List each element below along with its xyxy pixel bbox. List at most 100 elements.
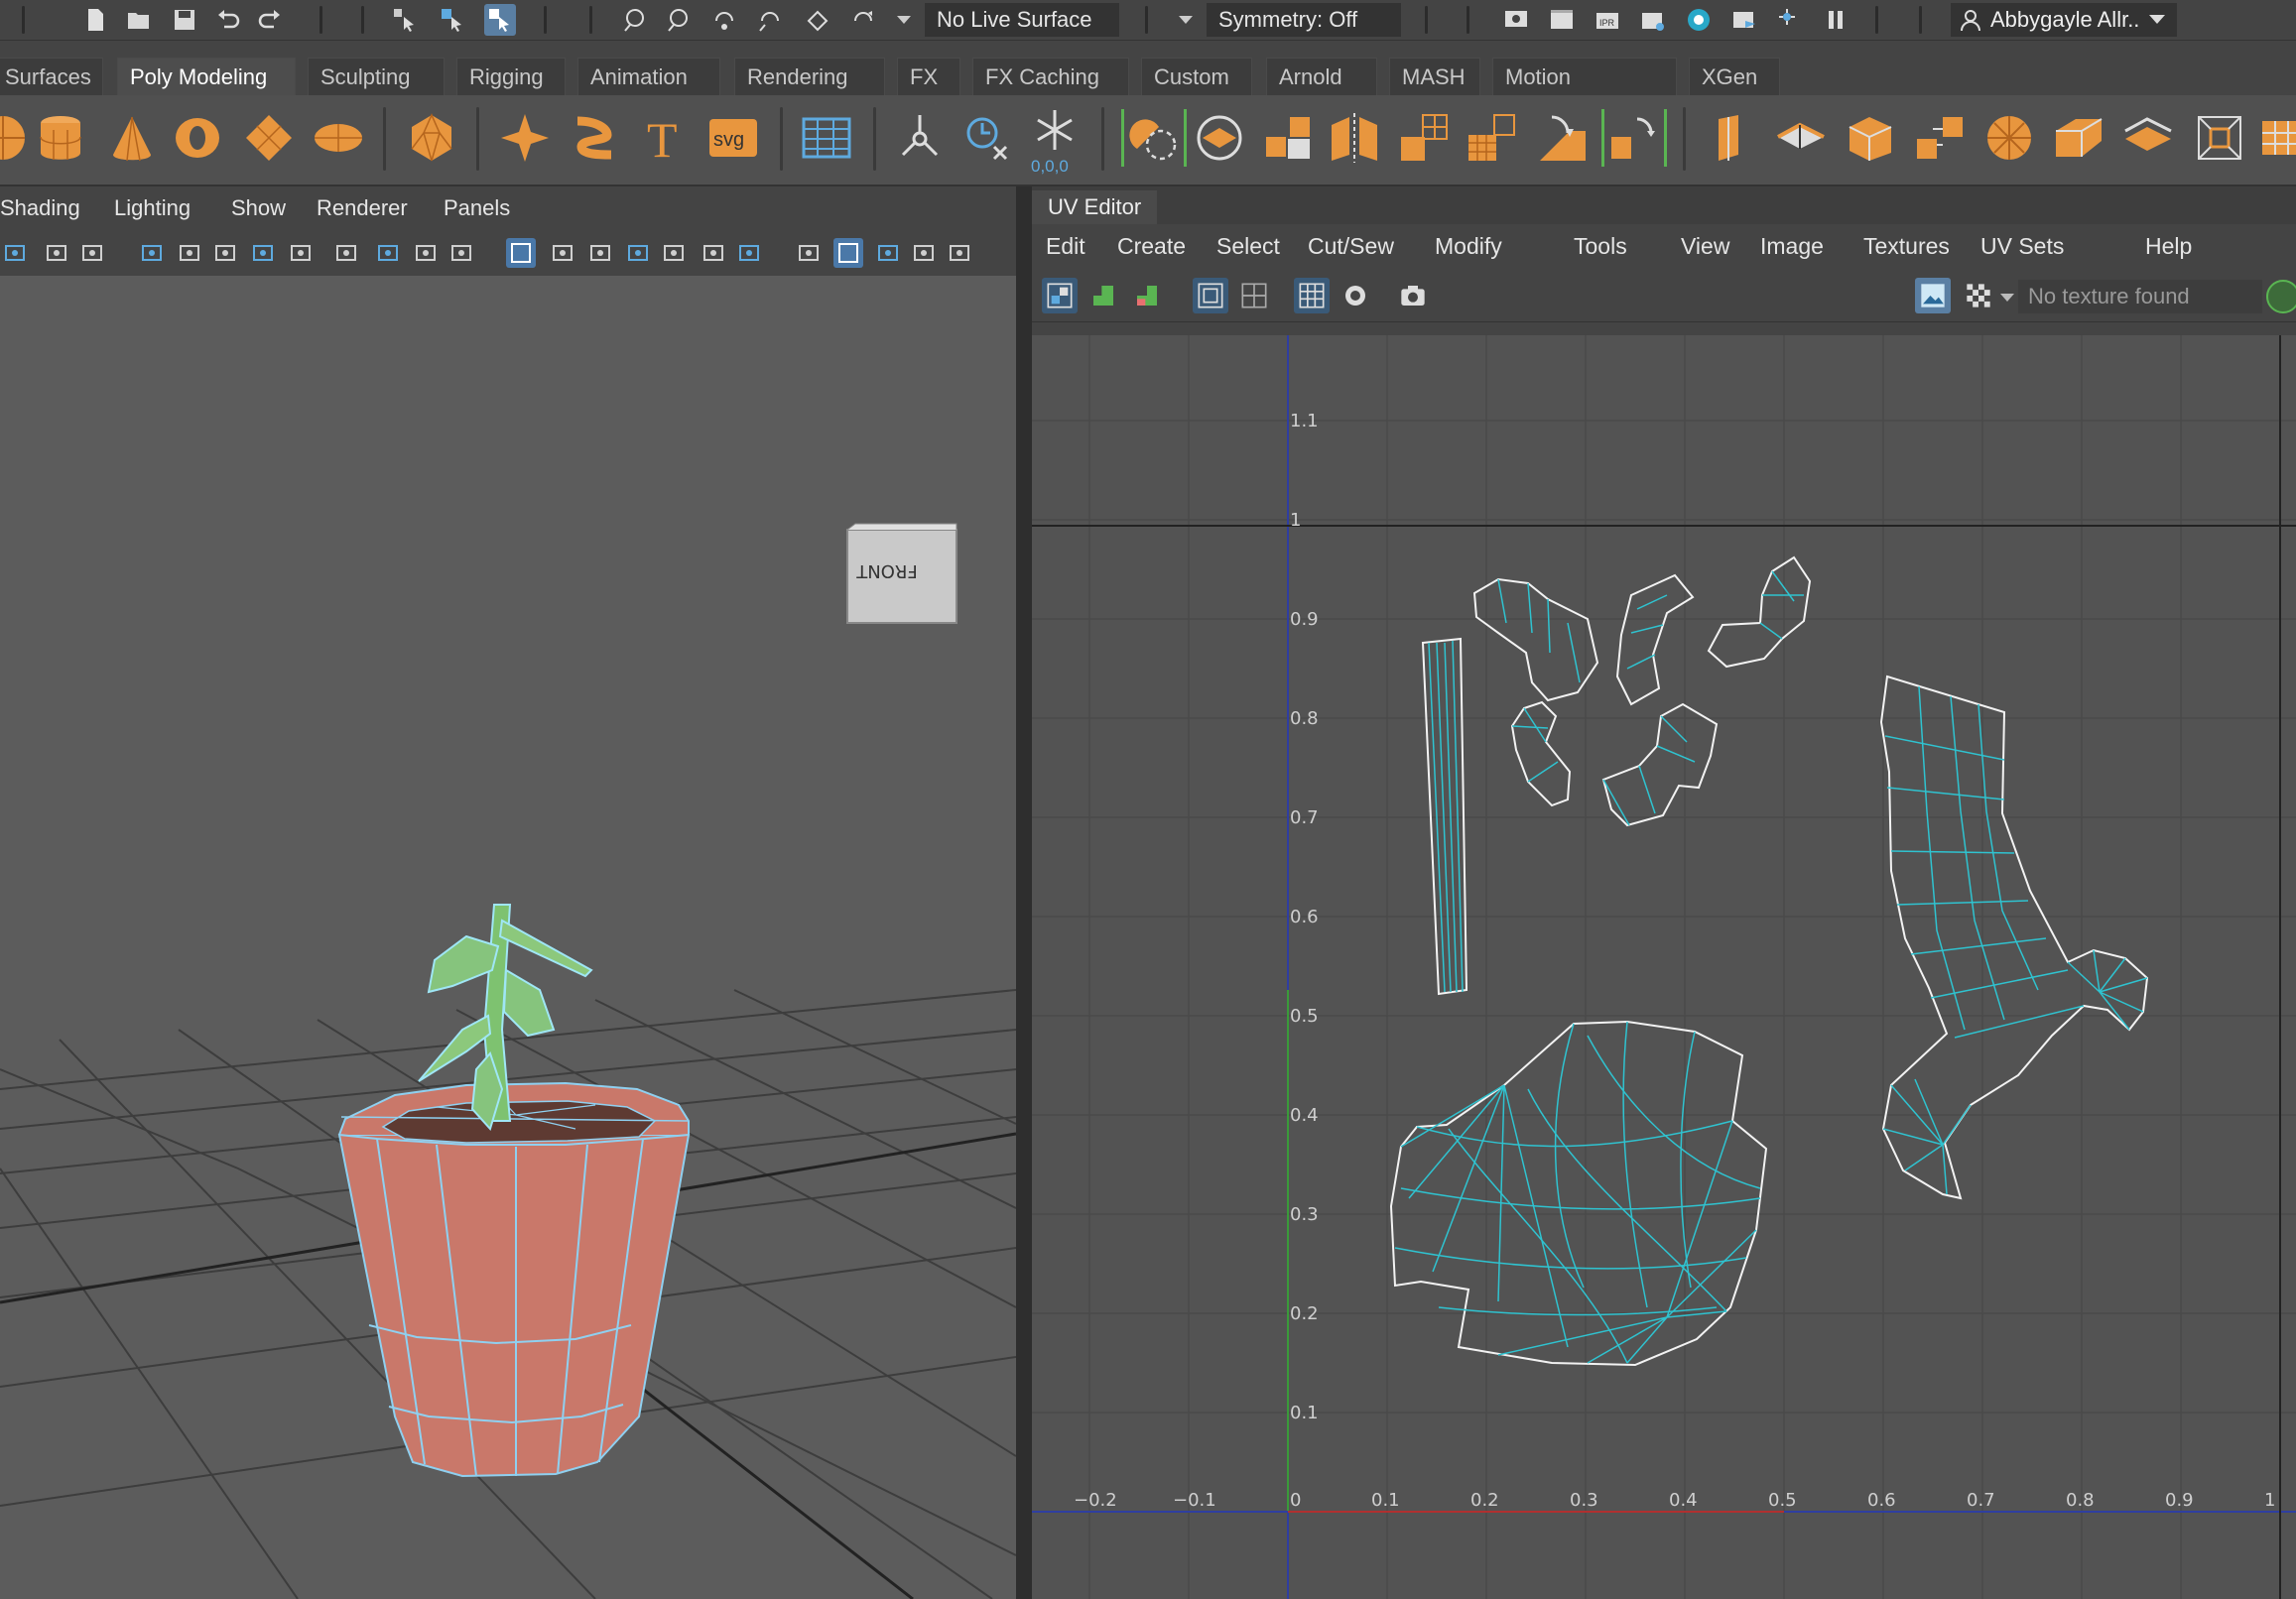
uv-menu-tools[interactable]: Tools bbox=[1574, 224, 1627, 268]
uv-shell-stem[interactable] bbox=[1421, 637, 1468, 996]
poly-torus-icon[interactable] bbox=[169, 109, 226, 167]
mirror-icon[interactable] bbox=[1326, 109, 1383, 167]
safe-action-icon[interactable] bbox=[699, 238, 728, 268]
uv-editor-tab[interactable]: UV Editor bbox=[1032, 190, 1158, 224]
uv-snapshot-icon[interactable] bbox=[1395, 278, 1431, 313]
wireframe-icon[interactable] bbox=[794, 238, 824, 268]
sweep-mesh-icon[interactable] bbox=[566, 109, 623, 167]
shelf-tab-rigging[interactable]: Rigging bbox=[456, 58, 566, 95]
snap-view-icon[interactable] bbox=[754, 4, 786, 36]
bookmarks-icon[interactable] bbox=[77, 238, 107, 268]
uv-shell-leaf-5[interactable] bbox=[1601, 702, 1719, 827]
film-gate-toggle-icon[interactable] bbox=[548, 238, 577, 268]
uv-menu-textures[interactable]: Textures bbox=[1863, 224, 1950, 268]
reduce-icon[interactable] bbox=[2256, 109, 2296, 167]
uv-shell-pot-side[interactable] bbox=[1879, 675, 2149, 1200]
lock-camera-icon[interactable] bbox=[210, 238, 240, 268]
view-cube[interactable]: FRONT bbox=[846, 523, 957, 624]
safe-title-icon[interactable] bbox=[734, 238, 764, 268]
svg-tool-icon[interactable]: svg bbox=[704, 109, 762, 167]
type-tool-icon[interactable]: T bbox=[635, 109, 693, 167]
shelf-tab-rendering[interactable]: Rendering bbox=[734, 58, 885, 95]
resolution-gate-icon[interactable] bbox=[585, 238, 615, 268]
shelf-tab-animation[interactable]: Animation bbox=[577, 58, 720, 95]
combine-icon[interactable] bbox=[1121, 109, 1187, 167]
freeze-transform-icon[interactable]: 0,0,0 bbox=[1026, 103, 1084, 179]
undo-icon[interactable] bbox=[212, 4, 244, 36]
user-account-button[interactable]: Abbygayle Allr.. bbox=[1951, 3, 2177, 37]
snap-curve-icon[interactable] bbox=[663, 4, 695, 36]
checker-options-arrow-icon[interactable] bbox=[2000, 294, 2014, 302]
uv-grid-display-icon[interactable] bbox=[1193, 278, 1228, 313]
camera-attributes-icon[interactable] bbox=[42, 238, 71, 268]
redo-icon[interactable] bbox=[254, 4, 286, 36]
gate-mask-icon[interactable] bbox=[623, 238, 653, 268]
shelf-tab-fx-caching[interactable]: FX Caching bbox=[972, 58, 1129, 95]
shelf-tab-motion-graphics[interactable]: Motion Graphics bbox=[1492, 58, 1677, 127]
image-plane-icon[interactable] bbox=[137, 238, 167, 268]
shelf-tab-surfaces[interactable]: Surfaces bbox=[0, 58, 103, 95]
select-hierarchy-icon[interactable] bbox=[389, 4, 421, 36]
bridge-icon[interactable] bbox=[1463, 109, 1520, 167]
poly-plane-icon[interactable] bbox=[240, 109, 298, 167]
multi-cut-icon[interactable] bbox=[1772, 109, 1830, 167]
panel-divider[interactable] bbox=[1016, 186, 1032, 1599]
bevel-icon[interactable] bbox=[1534, 109, 1592, 167]
smooth-shade-icon[interactable] bbox=[833, 238, 863, 268]
rgb-channel-icon[interactable] bbox=[2266, 280, 2296, 313]
menu-show[interactable]: Show bbox=[231, 186, 286, 230]
extrude-icon[interactable] bbox=[1395, 109, 1453, 167]
uv-menu-help[interactable]: Help bbox=[2145, 224, 2192, 268]
uv-shell-select-icon[interactable] bbox=[1042, 278, 1078, 313]
uv-tile-grid-icon[interactable] bbox=[1236, 278, 1272, 313]
perspective-viewport[interactable]: FRONT bbox=[0, 276, 1016, 1599]
menu-lighting[interactable]: Lighting bbox=[114, 186, 191, 230]
textured-icon[interactable] bbox=[945, 238, 974, 268]
snap-point-icon[interactable] bbox=[708, 4, 740, 36]
snap-options-arrow-icon[interactable] bbox=[897, 16, 911, 24]
poly-cylinder-icon[interactable] bbox=[32, 109, 89, 167]
uv-menu-image[interactable]: Image bbox=[1760, 224, 1824, 268]
uv-menu-create[interactable]: Create bbox=[1117, 224, 1186, 268]
uv-menu-modify[interactable]: Modify bbox=[1435, 224, 1502, 268]
select-component-icon[interactable] bbox=[484, 4, 516, 36]
uv-shell-leaf-2[interactable] bbox=[1615, 573, 1695, 706]
shelf-tab-fx[interactable]: FX bbox=[897, 58, 960, 95]
ipr-render-icon[interactable]: IPR bbox=[1592, 4, 1623, 36]
poly-sphere-icon[interactable] bbox=[0, 109, 32, 167]
smooth-icon[interactable] bbox=[1260, 109, 1318, 167]
shelf-tab-poly-modeling[interactable]: Poly Modeling bbox=[117, 58, 296, 95]
menu-shading[interactable]: Shading bbox=[0, 186, 80, 230]
uv-isolate-icon[interactable] bbox=[1085, 278, 1121, 313]
pause-icon[interactable] bbox=[1820, 4, 1851, 36]
render-setup-icon[interactable] bbox=[1728, 4, 1760, 36]
merge-icon[interactable] bbox=[1911, 109, 1969, 167]
uv-distortion-icon[interactable] bbox=[1129, 278, 1165, 313]
select-object-icon[interactable] bbox=[437, 4, 468, 36]
snap-pivot-icon[interactable] bbox=[847, 4, 879, 36]
insert-edge-loop-icon[interactable] bbox=[1703, 109, 1760, 167]
field-chart-icon[interactable] bbox=[659, 238, 689, 268]
uv-menu-uv-sets[interactable]: UV Sets bbox=[1980, 224, 2064, 268]
uv-menu-select[interactable]: Select bbox=[1216, 224, 1280, 268]
uv-shell-leaf-1[interactable] bbox=[1472, 577, 1599, 702]
open-scene-icon[interactable] bbox=[123, 4, 155, 36]
uv-menu-view[interactable]: View bbox=[1681, 224, 1729, 268]
symmetry-dropdown-arrow-icon[interactable] bbox=[1179, 16, 1193, 24]
hypershade-icon[interactable] bbox=[1683, 4, 1715, 36]
xray-icon[interactable] bbox=[909, 238, 939, 268]
super-shape-icon[interactable] bbox=[496, 109, 554, 167]
pot-mesh[interactable] bbox=[337, 1081, 691, 1478]
uv-canvas[interactable]: 1.1 1 0.9 0.8 0.7 0.6 0.5 0.4 0.3 0.2 0.1 −0.2 −0.1 0… bbox=[1032, 335, 2296, 1599]
camera-lock-icon[interactable] bbox=[248, 238, 278, 268]
uv-image-display-icon[interactable] bbox=[1915, 278, 1951, 313]
target-weld-icon[interactable] bbox=[1980, 109, 2038, 167]
texture-dropdown[interactable]: No texture found bbox=[2018, 280, 2262, 313]
shelf-tab-custom[interactable]: Custom bbox=[1141, 58, 1252, 95]
select-camera-icon[interactable] bbox=[0, 238, 30, 268]
live-surface-field[interactable]: No Live Surface bbox=[925, 3, 1119, 37]
shelf-tab-xgen[interactable]: XGen bbox=[1689, 58, 1780, 95]
separate-icon[interactable] bbox=[1191, 109, 1248, 167]
camera-icon[interactable] bbox=[175, 238, 204, 268]
grease-pencil-icon[interactable] bbox=[446, 238, 476, 268]
